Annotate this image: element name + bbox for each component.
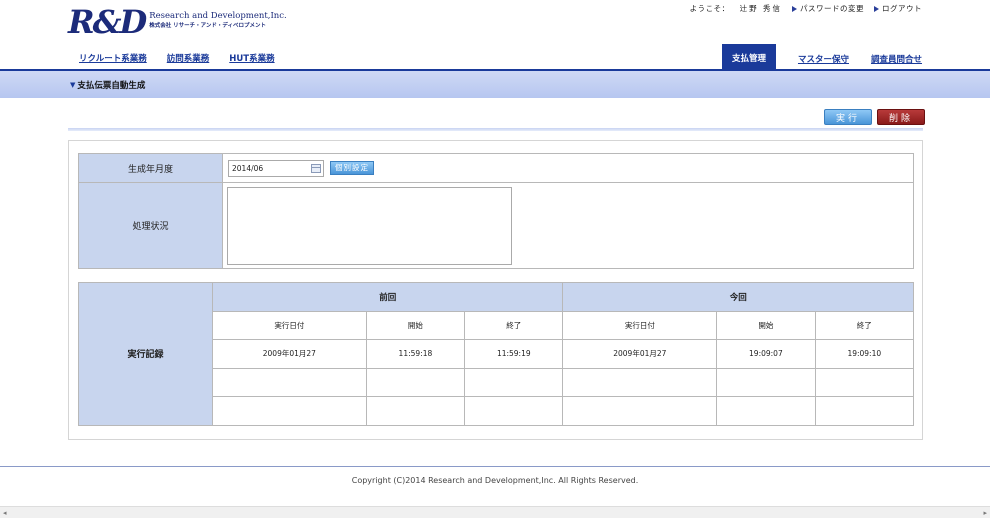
table-cell bbox=[814, 367, 915, 398]
period-row: 生成年月度 2014/06 個別設定 bbox=[78, 153, 914, 183]
table-cell: 19:09:07 bbox=[716, 339, 816, 369]
table-cell: 19:09:10 bbox=[814, 339, 915, 369]
company-name-en: Research and Development,Inc. bbox=[149, 11, 287, 21]
user-bar: ようこそ： 辻野 秀信 パスワードの変更 ログアウト bbox=[690, 3, 922, 14]
period-cell: 2014/06 個別設定 bbox=[222, 153, 914, 183]
table-cell bbox=[464, 396, 564, 426]
main-nav-right: 支払管理 マスター保守 調査員問合せ bbox=[721, 44, 922, 71]
period-label: 生成年月度 bbox=[78, 153, 223, 183]
main-nav-left: リクルート系業務 訪問系業務 HUT系業務 bbox=[79, 52, 275, 64]
column-header: 実行日付 bbox=[562, 310, 718, 341]
nav-hut[interactable]: HUT系業務 bbox=[229, 52, 274, 64]
table-cell: 11:59:18 bbox=[365, 339, 466, 369]
column-header: 終了 bbox=[814, 310, 915, 341]
logout-link[interactable]: ログアウト bbox=[874, 3, 922, 14]
footer-divider bbox=[0, 466, 990, 467]
horizontal-scrollbar[interactable]: ◂ ▸ bbox=[0, 506, 990, 518]
copyright: Copyright (C)2014 Research and Developme… bbox=[351, 476, 639, 485]
individual-settings-button[interactable]: 個別設定 bbox=[330, 161, 374, 175]
column-header: 開始 bbox=[716, 310, 816, 341]
column-header: 終了 bbox=[464, 310, 564, 341]
table-cell bbox=[814, 396, 915, 426]
group-header-row: 実行記録 前回 今回 bbox=[78, 282, 914, 426]
group-previous: 前回 bbox=[211, 282, 564, 312]
table-cell bbox=[562, 396, 718, 426]
page: R&D Research and Development,Inc. 株式会社 リ… bbox=[0, 0, 990, 518]
status-cell bbox=[222, 182, 914, 269]
table-cell bbox=[464, 367, 564, 398]
period-input[interactable]: 2014/06 bbox=[228, 159, 324, 177]
settings-table: 生成年月度 2014/06 個別設定 処理状況 bbox=[78, 153, 914, 269]
user-name: 辻野 秀信 bbox=[739, 4, 782, 13]
table-cell bbox=[365, 396, 466, 426]
status-textarea[interactable] bbox=[227, 186, 512, 265]
period-value: 2014/06 bbox=[232, 163, 264, 173]
table-cell bbox=[716, 396, 816, 426]
action-separator bbox=[68, 128, 923, 131]
logo-mark: R&D bbox=[68, 3, 147, 41]
nav-visit[interactable]: 訪問系業務 bbox=[167, 52, 210, 64]
status-label: 処理状況 bbox=[78, 182, 223, 269]
table-cell: 11:59:19 bbox=[464, 339, 564, 369]
table-cell bbox=[562, 367, 718, 398]
section-header: ▼ 支払伝票自動生成 bbox=[0, 71, 990, 98]
table-cell bbox=[212, 367, 367, 398]
execute-button[interactable]: 実行 bbox=[824, 109, 872, 125]
calendar-icon[interactable] bbox=[311, 163, 321, 173]
logout-label: ログアウト bbox=[882, 4, 922, 13]
table-cell bbox=[365, 367, 466, 398]
password-change-label: パスワードの変更 bbox=[800, 4, 864, 13]
status-row: 処理状況 bbox=[78, 182, 914, 269]
group-current: 今回 bbox=[562, 282, 914, 312]
triangle-right-icon bbox=[792, 5, 797, 12]
table-cell: 2009年01月27 bbox=[562, 339, 718, 369]
triangle-right-icon bbox=[874, 5, 879, 12]
triangle-down-icon: ▼ bbox=[70, 80, 76, 89]
logo-text: Research and Development,Inc. 株式会社 リサーチ・… bbox=[149, 11, 287, 30]
scroll-right-arrow-icon[interactable]: ▸ bbox=[983, 509, 987, 517]
column-header: 開始 bbox=[365, 310, 466, 341]
welcome-text: ようこそ： bbox=[689, 4, 730, 13]
section-title: 支払伝票自動生成 bbox=[77, 80, 146, 91]
column-header: 実行日付 bbox=[212, 310, 367, 341]
company-logo[interactable]: R&D Research and Development,Inc. 株式会社 リ… bbox=[68, 4, 287, 40]
company-name-jp: 株式会社 リサーチ・アンド・ディベロプメント bbox=[149, 23, 267, 29]
nav-recruit[interactable]: リクルート系業務 bbox=[79, 52, 147, 64]
table-cell: 2009年01月27 bbox=[212, 339, 367, 369]
nav-payment-management[interactable]: 支払管理 bbox=[721, 44, 776, 71]
scroll-left-arrow-icon[interactable]: ◂ bbox=[3, 509, 7, 517]
table-cell bbox=[716, 367, 816, 398]
content-panel: 生成年月度 2014/06 個別設定 処理状況 実行記録 前回 今回 実行日付 … bbox=[68, 140, 923, 440]
execution-record-table: 実行記録 前回 今回 実行日付 開始 終了 実行日付 開始 終了 2009年01… bbox=[78, 282, 915, 426]
password-change-link[interactable]: パスワードの変更 bbox=[792, 3, 864, 14]
table-cell bbox=[212, 396, 367, 426]
record-label: 実行記録 bbox=[78, 282, 213, 426]
delete-button[interactable]: 削除 bbox=[877, 109, 925, 125]
